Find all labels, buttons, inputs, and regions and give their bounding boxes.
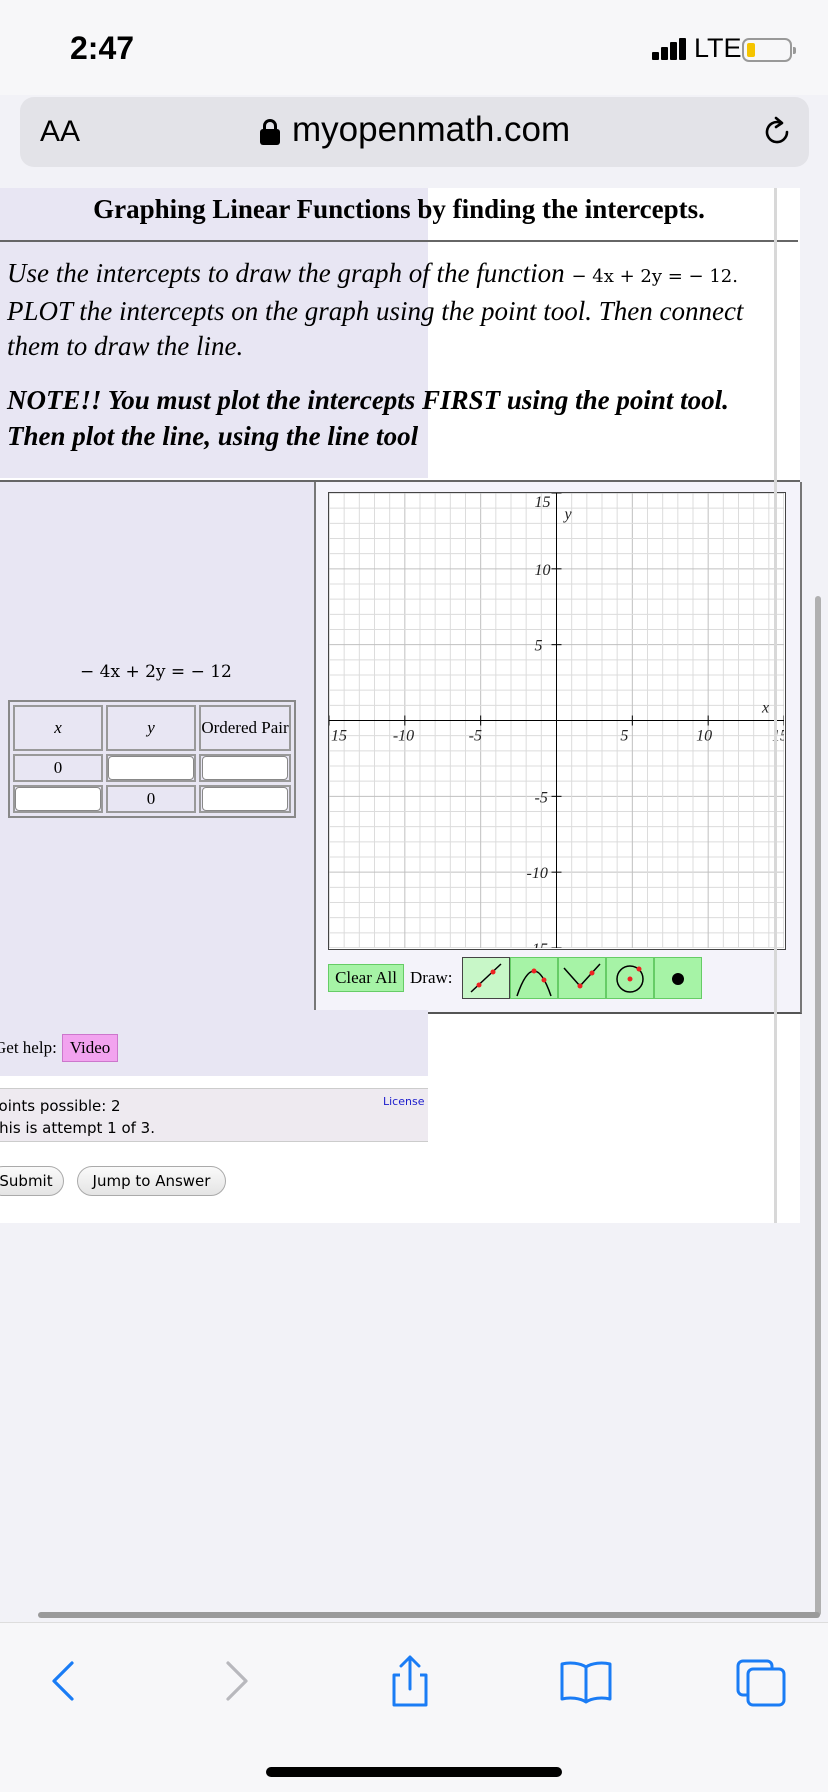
- row2-pair-cell: [199, 785, 291, 813]
- row1-pair-input[interactable]: [202, 756, 288, 780]
- table-header-y: y: [106, 705, 196, 751]
- intercept-table: x y Ordered Pair 0 0: [8, 700, 296, 818]
- reload-icon[interactable]: [760, 115, 794, 149]
- question-meta: Points possible: 2 This is attempt 1 of …: [0, 1088, 428, 1142]
- tabs-icon[interactable]: [732, 1655, 792, 1707]
- clock: 2:47: [70, 30, 135, 66]
- line-icon: [470, 963, 502, 993]
- note-text: NOTE!! You must plot the intercepts FIRS…: [7, 385, 729, 451]
- jump-to-answer-button[interactable]: Jump to Answer: [77, 1166, 226, 1196]
- row2-pair-input[interactable]: [202, 787, 288, 811]
- help-section: Get help: Video: [0, 1010, 428, 1076]
- y-tick-label: -15: [527, 941, 548, 948]
- instruction-part-1: Use the intercepts to draw the graph of …: [7, 258, 572, 288]
- row1-x-value: 0: [13, 754, 103, 782]
- draw-label: Draw:: [410, 968, 453, 987]
- question-title: Graphing Linear Functions by finding the…: [93, 194, 705, 224]
- video-help-button[interactable]: Video: [62, 1034, 118, 1062]
- attempt-count: This is attempt 1 of 3.: [0, 1119, 155, 1137]
- bookmarks-icon[interactable]: [556, 1655, 616, 1707]
- text-size-button[interactable]: AA: [40, 115, 80, 149]
- inline-function: − 4x + 2y = − 12.: [571, 266, 738, 287]
- question-text-area: Use the intercepts to draw the graph of …: [0, 242, 798, 478]
- row1-pair-cell: [199, 754, 291, 782]
- table-header-x: x: [13, 705, 103, 751]
- help-label: Get help:: [0, 1038, 57, 1057]
- submit-button[interactable]: Submit: [0, 1166, 64, 1196]
- web-content: Graphing Linear Functions by finding the…: [0, 188, 828, 1223]
- url-domain[interactable]: myopenmath.com: [292, 110, 570, 150]
- y-tick-label: -10: [527, 865, 548, 882]
- browser-toolbar: [0, 1622, 828, 1792]
- vertical-scrollbar[interactable]: [815, 596, 821, 1616]
- x-axis-label: x: [761, 700, 769, 717]
- share-icon[interactable]: [380, 1655, 440, 1707]
- row2-y-value: 0: [106, 785, 196, 813]
- clear-all-button[interactable]: Clear All: [328, 964, 404, 992]
- lock-icon: [260, 119, 280, 145]
- graph-svg[interactable]: 15-10-55101515105-5-10-15xy: [329, 493, 784, 948]
- row1-y-input[interactable]: [108, 756, 194, 780]
- y-tick-label: 5: [535, 638, 543, 655]
- circle-icon: [616, 965, 644, 993]
- table-pane: − 4x + 2y = − 12 x y Ordered Pair 0 0: [0, 482, 314, 1014]
- battery-icon: [742, 38, 796, 62]
- home-indicator: [266, 1767, 562, 1777]
- signal-icon: [652, 38, 686, 60]
- frame-border: [774, 188, 777, 1223]
- row1-y-cell: [106, 754, 196, 782]
- y-tick-label: -5: [535, 789, 548, 806]
- x-tick-label: 10: [696, 728, 712, 745]
- table-header-ordered-pair: Ordered Pair: [199, 705, 291, 751]
- row2-x-cell: [13, 785, 103, 813]
- x-tick-label: 15: [331, 728, 347, 745]
- absolute-value-tool-button[interactable]: [558, 957, 606, 999]
- table-row: 0: [13, 785, 291, 813]
- absolute-value-icon: [563, 963, 601, 989]
- row2-x-input[interactable]: [15, 787, 101, 811]
- address-bar[interactable]: AA myopenmath.com: [20, 97, 809, 167]
- y-tick-label: 15: [535, 494, 551, 511]
- license-link[interactable]: License: [383, 1095, 424, 1108]
- graph-canvas[interactable]: 15-10-55101515105-5-10-15xy: [328, 492, 786, 950]
- x-tick-label: -10: [393, 728, 414, 745]
- line-tool-button[interactable]: [462, 957, 510, 999]
- table-row: 0: [13, 754, 291, 782]
- network-label: LTE: [694, 33, 742, 63]
- y-axis-label: y: [563, 506, 573, 523]
- x-tick-label: -5: [469, 728, 482, 745]
- instruction-part-2: PLOT the intercepts on the graph using t…: [7, 296, 744, 361]
- x-tick-label: 5: [620, 728, 628, 745]
- horizontal-scrollbar[interactable]: [38, 1612, 820, 1618]
- status-bar: 2:47 LTE: [0, 0, 828, 95]
- circle-tool-button[interactable]: [606, 957, 654, 999]
- points-possible: Points possible: 2: [0, 1097, 121, 1115]
- point-icon: [672, 973, 684, 985]
- forward-icon[interactable]: [206, 1655, 266, 1707]
- point-tool-button[interactable]: [654, 957, 702, 999]
- question-header: Graphing Linear Functions by finding the…: [0, 188, 798, 240]
- parabola-tool-button[interactable]: [510, 957, 558, 999]
- y-tick-label: 10: [535, 562, 551, 579]
- back-icon[interactable]: [36, 1655, 96, 1707]
- instruction-text: Use the intercepts to draw the graph of …: [7, 256, 792, 364]
- equation-label: − 4x + 2y = − 12: [80, 662, 232, 682]
- parabola-icon: [516, 968, 552, 997]
